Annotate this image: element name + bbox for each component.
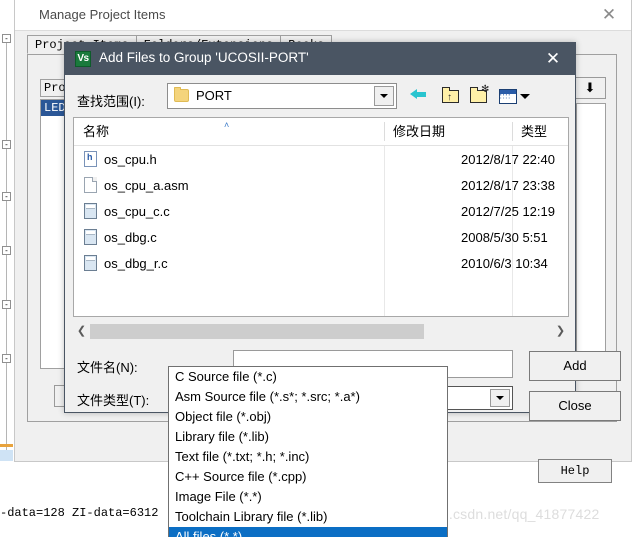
file-date: 2010/6/3 10:34	[461, 256, 548, 271]
horizontal-scrollbar[interactable]: ❮ ❯	[73, 323, 569, 340]
file-name: os_cpu_c.c	[104, 204, 170, 219]
window-titlebar: Manage Project Items ✕	[15, 0, 631, 30]
c-file-icon	[84, 255, 97, 271]
left-tree-expander-5[interactable]: -	[2, 300, 11, 309]
left-tree-expander-1[interactable]: -	[2, 34, 11, 43]
left-tree-guide-line	[6, 34, 7, 454]
up-folder-icon[interactable]: ↑	[440, 86, 462, 106]
scroll-right-icon[interactable]: ❯	[552, 323, 569, 340]
file-date: 2012/8/17 23:38	[461, 178, 555, 193]
dropdown-option[interactable]: Object file (*.obj)	[169, 407, 447, 427]
chevron-down-icon[interactable]	[520, 94, 530, 99]
sparkle-glyph: ✻	[481, 84, 490, 95]
dropdown-option[interactable]: Asm Source file (*.s*; *.src; *.a*)	[169, 387, 447, 407]
up-arrow-glyph: ↑	[447, 92, 452, 103]
file-list-header: 名称 ˄ 修改日期 类型	[74, 118, 568, 146]
blank-file-icon	[84, 177, 97, 193]
keil-uvision-icon: Vs	[75, 51, 91, 67]
scrollbar-thumb[interactable]	[90, 324, 424, 339]
scroll-left-icon[interactable]: ❮	[73, 323, 90, 340]
dropdown-option[interactable]: Library file (*.lib)	[169, 427, 447, 447]
look-in-label: 查找范围(I):	[77, 94, 145, 109]
dialog-toolbar: ↑ ✻ ∷∷ ∷∷	[408, 83, 568, 109]
file-name: os_cpu_a.asm	[104, 178, 189, 193]
dropdown-option[interactable]: Toolchain Library file (*.lib)	[169, 507, 447, 527]
filetype-label: 文件类型(T):	[77, 393, 150, 408]
dialog-title: Add Files to Group 'UCOSII-PORT'	[99, 50, 309, 65]
close-button[interactable]: Close	[529, 391, 621, 421]
page-title: Manage Project Items	[39, 7, 166, 22]
dropdown-option-selected[interactable]: All files (*.*)	[169, 527, 447, 537]
views-list-icon[interactable]: ∷∷ ∷∷	[498, 86, 532, 106]
table-row[interactable]: os_dbg.c 2008/5/30 5:51 C 文件	[74, 227, 568, 248]
c-file-icon	[84, 203, 97, 219]
folder-icon	[174, 87, 189, 102]
left-tree-expander-6[interactable]: -	[2, 354, 11, 363]
file-date: 2008/5/30 5:51	[461, 230, 548, 245]
file-type-dropdown-list[interactable]: C Source file (*.c) Asm Source file (*.s…	[168, 366, 448, 537]
file-name: os_cpu.h	[104, 152, 157, 167]
left-tree-expander-2[interactable]: -	[2, 140, 11, 149]
dropdown-option[interactable]: Text file (*.txt; *.h; *.inc)	[169, 447, 447, 467]
table-row[interactable]: os_cpu_a.asm 2012/8/17 23:38 ASM Source	[74, 175, 568, 196]
chevron-down-icon	[380, 94, 388, 98]
left-tree-expander-4[interactable]: -	[2, 246, 11, 255]
chevron-down-icon	[496, 396, 504, 400]
file-name: os_dbg_r.c	[104, 256, 168, 271]
c-file-icon	[84, 229, 97, 245]
dropdown-option[interactable]: C++ Source file (*.cpp)	[169, 467, 447, 487]
table-row[interactable]: os_cpu_c.c 2012/7/25 12:19 C 文件	[74, 201, 568, 222]
column-header-type[interactable]: 类型	[512, 118, 568, 145]
dialog-close-icon[interactable]: ✕	[541, 47, 565, 71]
left-marker-blue	[0, 450, 13, 461]
h-file-icon: h	[84, 151, 97, 167]
file-date: 2012/8/17 22:40	[461, 152, 555, 167]
help-button[interactable]: Help	[538, 459, 612, 483]
files-list-panel[interactable]	[576, 103, 606, 369]
close-icon[interactable]: ✕	[595, 4, 623, 26]
sort-ascending-icon: ˄	[224, 120, 230, 130]
dropdown-option[interactable]: C Source file (*.c)	[169, 367, 447, 387]
file-browser-list[interactable]: 名称 ˄ 修改日期 类型 h os_cpu.h 2012/8/17 22:40 …	[73, 117, 569, 317]
file-name: os_dbg.c	[104, 230, 157, 245]
new-folder-icon[interactable]: ✻	[468, 84, 490, 106]
dropdown-option[interactable]: Image File (*.*)	[169, 487, 447, 507]
build-output-text: -data=128 ZI-data=6312	[0, 506, 159, 520]
file-date: 2012/7/25 12:19	[461, 204, 555, 219]
look-in-value: PORT	[196, 88, 232, 103]
move-down-button[interactable]: ⬇	[574, 77, 606, 99]
dialog-titlebar: Vs Add Files to Group 'UCOSII-PORT' ✕	[65, 43, 575, 75]
add-button[interactable]: Add	[529, 351, 621, 381]
look-in-dropdown-button[interactable]	[374, 86, 394, 106]
file-type-dropdown-button[interactable]	[490, 389, 510, 407]
left-tree-expander-3[interactable]: -	[2, 192, 11, 201]
table-row[interactable]: os_dbg_r.c 2010/6/3 10:34 C 文件	[74, 253, 568, 274]
left-marker-orange	[0, 444, 13, 447]
table-row[interactable]: h os_cpu.h 2012/8/17 22:40 C Header	[74, 149, 568, 170]
column-header-date[interactable]: 修改日期	[384, 118, 512, 145]
back-arrow-icon[interactable]	[410, 86, 434, 106]
add-files-dialog: Vs Add Files to Group 'UCOSII-PORT' ✕ 查找…	[64, 42, 621, 421]
screenshot-root: - - - - - - Manage Project Items ✕ Proje…	[0, 0, 632, 537]
filename-label: 文件名(N):	[77, 360, 138, 375]
look-in-combo[interactable]: PORT	[167, 83, 397, 109]
